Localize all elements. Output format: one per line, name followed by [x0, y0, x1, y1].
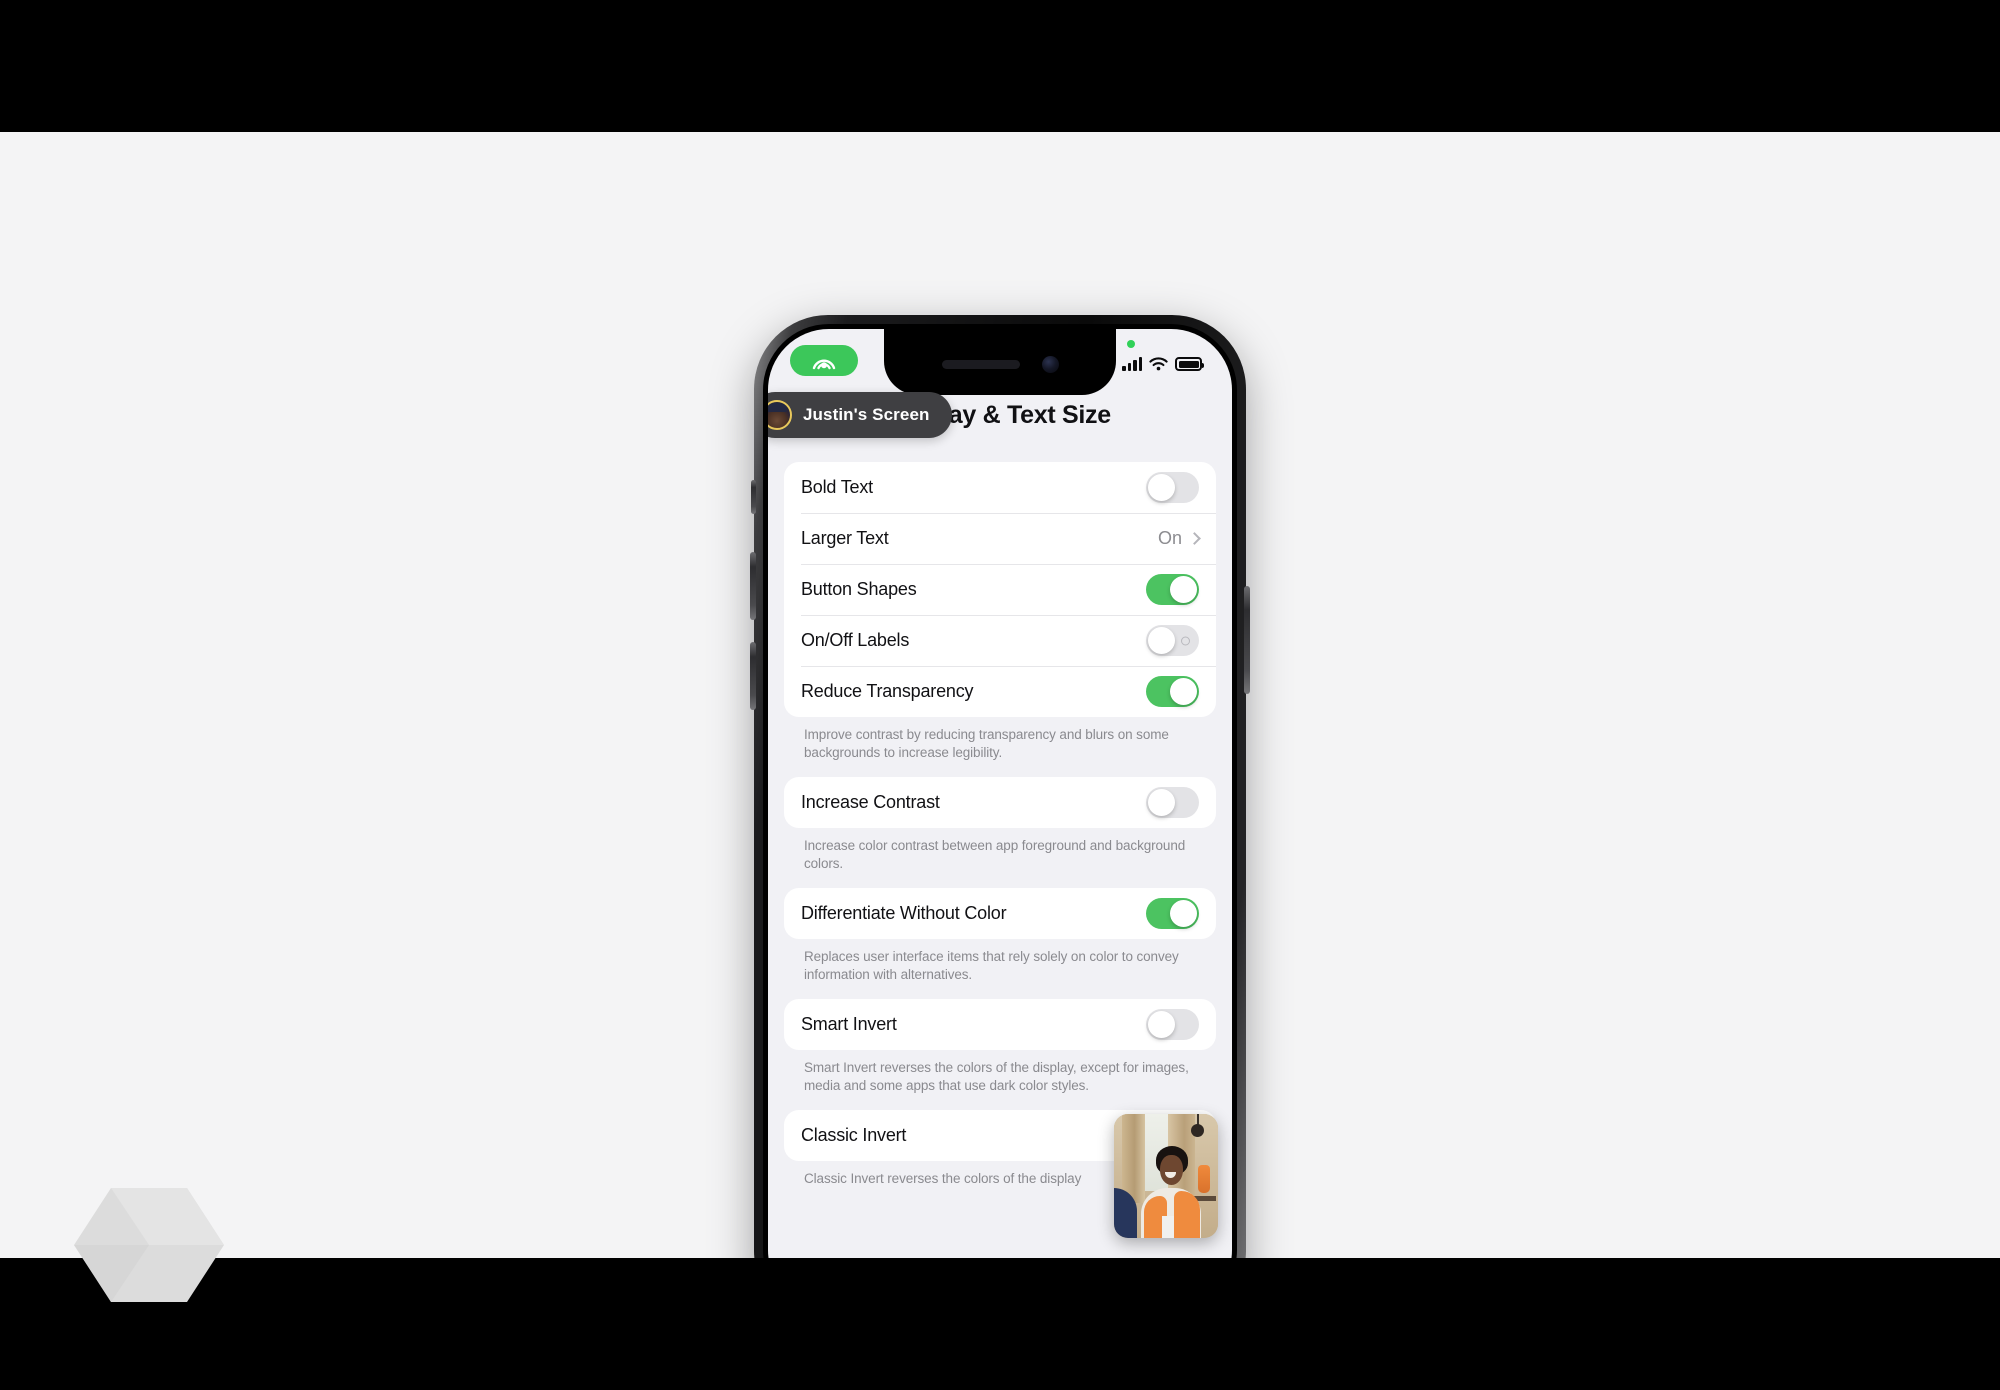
side-power-button[interactable] — [1244, 586, 1250, 694]
settings-row[interactable]: Smart Invert — [784, 999, 1216, 1050]
settings-row-control — [1146, 472, 1199, 503]
settings-row[interactable]: Reduce Transparency — [784, 666, 1216, 717]
battery-full-icon — [1175, 357, 1204, 371]
settings-row-control — [1146, 786, 1199, 818]
toggle-switch[interactable] — [1146, 897, 1199, 929]
settings-row-control: On — [1157, 528, 1201, 549]
toggle-knob — [1170, 899, 1197, 927]
settings-group-footnote: Smart Invert reverses the colors of the … — [804, 1059, 1189, 1093]
settings-group: Smart Invert — [784, 998, 1216, 1050]
earpiece-speaker-icon — [941, 359, 1020, 369]
toggle-switch[interactable] — [1146, 676, 1199, 707]
settings-row-label: On/Off Labels — [801, 630, 910, 650]
iphone-bezel: Justin's Screen Display & Text Size Bold… — [750, 324, 1250, 1258]
settings-row-control — [1146, 625, 1199, 656]
pip-video-frame — [1114, 1114, 1218, 1238]
settings-row-label: Classic Invert — [801, 1124, 907, 1145]
cellular-signal-icon — [1122, 357, 1142, 371]
toggle-knob — [1148, 788, 1175, 816]
settings-row-label: Reduce Transparency — [801, 681, 974, 701]
toggle-switch[interactable] — [1146, 786, 1199, 818]
front-camera-icon — [1041, 355, 1059, 373]
settings-row-label: Larger Text — [801, 528, 889, 548]
video-letterbox-area: Justin's Screen Display & Text Size Bold… — [0, 132, 2000, 1258]
toggle-knob — [1148, 627, 1175, 654]
status-icons — [1122, 340, 1204, 371]
iphone-device-frame: Justin's Screen Display & Text Size Bold… — [750, 315, 1250, 1258]
sharing-screen-label: Justin's Screen — [803, 405, 930, 424]
toggle-switch[interactable] — [1146, 625, 1199, 656]
settings-row-control — [1146, 897, 1199, 929]
wifi-icon — [1149, 357, 1168, 371]
screenshot-stage: Justin's Screen Display & Text Size Bold… — [0, 0, 2000, 1390]
settings-row-value: On — [1157, 528, 1182, 548]
settings-row-label: Smart Invert — [801, 1013, 897, 1034]
settings-row-label: Differentiate Without Color — [801, 902, 1007, 923]
settings-group: Increase Contrast — [784, 776, 1216, 828]
settings-row-label: Increase Contrast — [801, 791, 940, 812]
settings-group-footnote: Increase color contrast between app fore… — [804, 837, 1186, 871]
chevron-right-icon — [1188, 532, 1201, 545]
toggle-knob — [1170, 678, 1197, 705]
settings-row-control — [1146, 676, 1199, 707]
settings-row[interactable]: On/Off Labels — [784, 615, 1216, 666]
settings-row[interactable]: Differentiate Without Color — [784, 888, 1216, 939]
settings-group: Differentiate Without Color — [784, 887, 1216, 939]
iphone-screen: Justin's Screen Display & Text Size Bold… — [768, 329, 1232, 1258]
facetime-pip-video[interactable] — [1114, 1114, 1218, 1238]
settings-row[interactable]: Bold Text — [784, 462, 1216, 513]
settings-row[interactable]: Increase Contrast — [784, 777, 1216, 828]
settings-row-label: Button Shapes — [801, 579, 917, 599]
settings-group-footnote: Replaces user interface items that rely … — [804, 948, 1179, 982]
shareplay-person-broadcast-icon — [812, 359, 836, 369]
settings-row-control — [1146, 1008, 1199, 1040]
settings-group-footnote: Improve contrast by reducing transparenc… — [804, 727, 1169, 760]
toggle-knob — [1148, 1010, 1175, 1038]
toggle-off-label-icon — [1181, 636, 1190, 645]
settings-row[interactable]: Button Shapes — [784, 564, 1216, 615]
user-avatar-icon — [768, 400, 792, 430]
settings-group: Bold Text Larger Text On Button Shapes On/Of… — [784, 462, 1216, 717]
sharing-screen-pill[interactable]: Justin's Screen — [768, 392, 952, 438]
volume-down-button[interactable] — [750, 642, 756, 710]
toggle-switch[interactable] — [1146, 1008, 1199, 1040]
shareplay-indicator-button[interactable] — [790, 345, 858, 376]
toggle-knob — [1170, 576, 1197, 603]
toggle-switch[interactable] — [1146, 574, 1199, 605]
toggle-knob — [1148, 474, 1175, 501]
mute-switch-button[interactable] — [751, 480, 756, 514]
settings-row[interactable]: Larger Text On — [784, 513, 1216, 564]
screen-recording-indicator-icon — [1127, 340, 1135, 348]
settings-row-label: Bold Text — [801, 477, 873, 497]
volume-up-button[interactable] — [750, 552, 756, 620]
toggle-switch[interactable] — [1146, 472, 1199, 503]
settings-row-control — [1146, 574, 1199, 605]
notch — [884, 329, 1116, 395]
